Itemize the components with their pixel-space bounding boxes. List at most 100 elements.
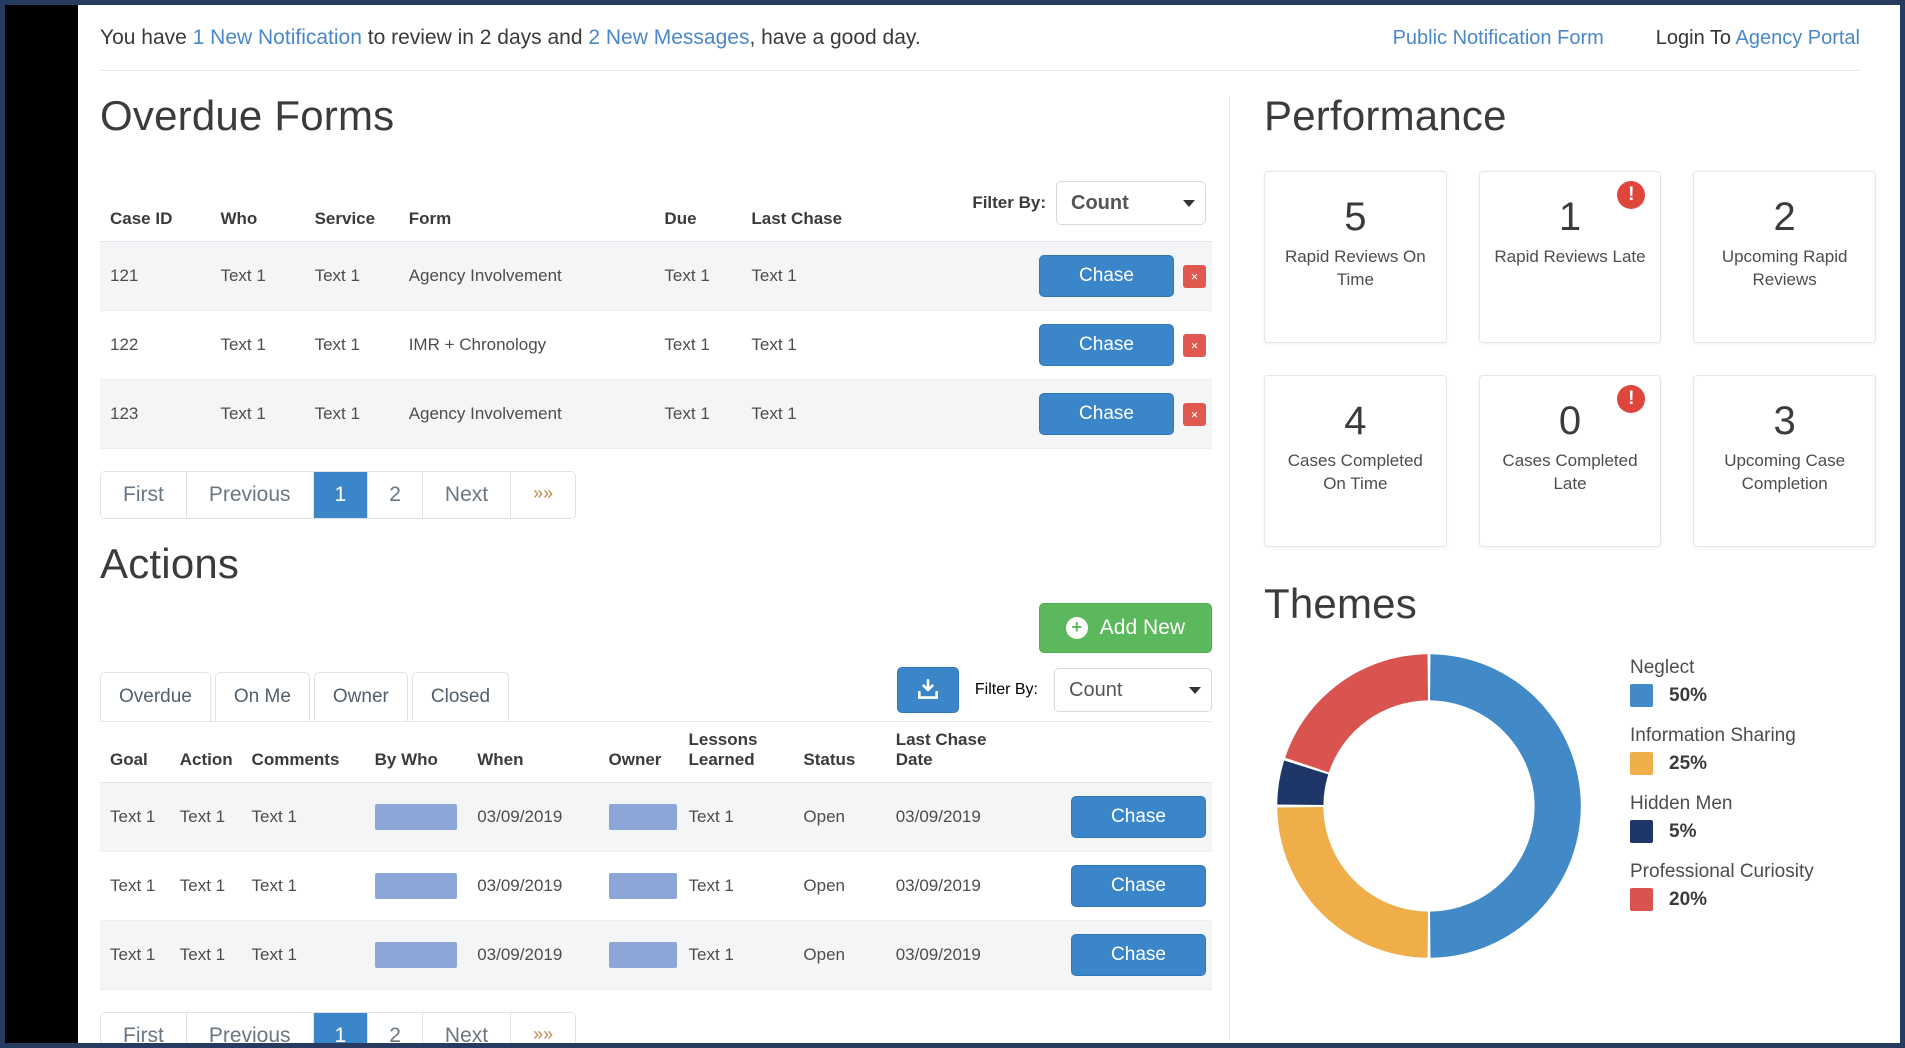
donut-slice[interactable] — [1277, 807, 1428, 958]
donut-slice[interactable] — [1430, 654, 1581, 958]
pagination-previous[interactable]: Previous — [187, 1013, 314, 1043]
chase-button[interactable]: Chase — [1039, 393, 1174, 435]
themes-row: Neglect 50% Information Sharing 25% — [1264, 635, 1876, 976]
pagination-next[interactable]: Next — [423, 472, 511, 518]
cell-due: Text 1 — [654, 380, 741, 449]
delete-row-button[interactable]: × — [1183, 403, 1206, 426]
legend-percent: 20% — [1669, 889, 1707, 911]
cell-form: Agency Involvement — [399, 242, 655, 311]
chase-button[interactable]: Chase — [1039, 324, 1174, 366]
cell-due: Text 1 — [654, 242, 741, 311]
cell-owner — [599, 852, 679, 921]
pagination-page-1[interactable]: 1 — [314, 1013, 369, 1043]
legend-item-professional-curiosity: Professional Curiosity 20% — [1630, 861, 1814, 911]
pagination-page-2[interactable]: 2 — [368, 472, 423, 518]
cell-last-chase: Text 1 — [741, 242, 905, 311]
legend-percent: 25% — [1669, 753, 1707, 775]
col-case-id: Case ID — [100, 173, 210, 242]
pagination-page-2[interactable]: 2 — [368, 1013, 423, 1043]
redacted-value — [609, 804, 677, 830]
add-new-label: Add New — [1100, 616, 1185, 640]
col-action: Action — [170, 722, 242, 783]
themes-donut-chart — [1264, 635, 1594, 976]
pagination-first[interactable]: First — [101, 1013, 187, 1043]
new-messages-link[interactable]: 2 New Messages — [588, 26, 749, 49]
actions-pagination: First Previous 1 2 Next »» — [100, 1012, 576, 1043]
cell-form: Agency Involvement — [399, 380, 655, 449]
perf-card-upcoming-case-completion[interactable]: 3 Upcoming Case Completion — [1693, 375, 1876, 547]
new-notification-link[interactable]: 1 New Notification — [193, 26, 362, 49]
chevron-down-icon — [1189, 687, 1201, 694]
overdue-header-row: Case ID Who Service Form Due Last Chase … — [100, 173, 1212, 242]
pagination-next[interactable]: Next — [423, 1013, 511, 1043]
cell-due: Text 1 — [654, 311, 741, 380]
delete-row-button[interactable]: × — [1183, 265, 1206, 288]
performance-cards-grid: 5 Rapid Reviews On Time ! 1 Rapid Review… — [1264, 171, 1876, 547]
table-row[interactable]: 121 Text 1 Text 1 Agency Involvement Tex… — [100, 242, 1212, 311]
col-by-who: By Who — [365, 722, 468, 783]
cell-when: 03/09/2019 — [467, 783, 598, 852]
legend-swatch — [1630, 888, 1653, 911]
overdue-filter-select[interactable]: Count — [1056, 181, 1206, 225]
tab-closed[interactable]: Closed — [412, 672, 509, 721]
table-row[interactable]: Text 1 Text 1 Text 1 03/09/2019 Text 1 O… — [100, 921, 1212, 990]
table-row[interactable]: Text 1 Text 1 Text 1 03/09/2019 Text 1 O… — [100, 852, 1212, 921]
cell-by-who — [365, 921, 468, 990]
chase-button[interactable]: Chase — [1071, 865, 1206, 907]
add-new-button[interactable]: + Add New — [1039, 603, 1212, 653]
pagination-previous[interactable]: Previous — [187, 472, 314, 518]
pagination-last[interactable]: »» — [511, 472, 575, 518]
cell-goal: Text 1 — [100, 852, 170, 921]
notification-prefix: You have — [100, 26, 193, 49]
plus-icon: + — [1066, 617, 1088, 639]
perf-card-rapid-reviews-on-time[interactable]: 5 Rapid Reviews On Time — [1264, 171, 1447, 343]
col-last-chase-date: Last Chase Date — [886, 722, 1017, 783]
perf-card-cases-completed-on-time[interactable]: 4 Cases Completed On Time — [1264, 375, 1447, 547]
table-row[interactable]: Text 1 Text 1 Text 1 03/09/2019 Text 1 O… — [100, 783, 1212, 852]
col-lessons-learned: Lessons Learned — [679, 722, 794, 783]
tab-on-me[interactable]: On Me — [215, 672, 310, 721]
chase-button[interactable]: Chase — [1071, 934, 1206, 976]
pagination-last[interactable]: »» — [511, 1013, 575, 1043]
legend-swatch — [1630, 752, 1653, 775]
perf-card-upcoming-rapid-reviews[interactable]: 2 Upcoming Rapid Reviews — [1693, 171, 1876, 343]
pagination-page-1[interactable]: 1 — [314, 472, 369, 518]
table-row[interactable]: 122 Text 1 Text 1 IMR + Chronology Text … — [100, 311, 1212, 380]
download-icon[interactable] — [897, 667, 959, 713]
redacted-value — [609, 942, 677, 968]
notification-message: You have 1 New Notification to review in… — [100, 26, 921, 50]
actions-filter-value: Count — [1069, 679, 1122, 702]
cell-owner — [599, 783, 679, 852]
cell-action: Text 1 — [170, 852, 242, 921]
legend-item-information-sharing: Information Sharing 25% — [1630, 725, 1814, 775]
chase-button[interactable]: Chase — [1071, 796, 1206, 838]
actions-filter-label: Filter By: — [975, 681, 1038, 699]
cell-when: 03/09/2019 — [467, 852, 598, 921]
legend-label: Professional Curiosity — [1630, 861, 1814, 883]
left-column: Overdue Forms Case ID Who Service Form — [78, 71, 1230, 1043]
tab-overdue[interactable]: Overdue — [100, 672, 211, 721]
pagination-first[interactable]: First — [101, 472, 187, 518]
legend-swatch — [1630, 684, 1653, 707]
perf-value: 4 — [1277, 398, 1434, 444]
perf-card-rapid-reviews-late[interactable]: ! 1 Rapid Reviews Late — [1479, 171, 1662, 343]
col-comments: Comments — [242, 722, 365, 783]
actions-filter-select[interactable]: Count — [1054, 668, 1212, 712]
top-notification-bar: You have 1 New Notification to review in… — [78, 5, 1900, 71]
cell-case-id: 123 — [100, 380, 210, 449]
donut-slice[interactable] — [1285, 654, 1428, 772]
delete-row-button[interactable]: × — [1183, 334, 1206, 357]
tab-owner[interactable]: Owner — [314, 672, 408, 721]
chase-button[interactable]: Chase — [1039, 255, 1174, 297]
cell-actions: Chase — [1017, 921, 1212, 990]
public-notification-form-link[interactable]: Public Notification Form — [1393, 27, 1604, 50]
themes-legend: Neglect 50% Information Sharing 25% — [1630, 635, 1814, 929]
login-to-agency-portal: Login To Agency Portal — [1656, 27, 1860, 50]
cell-last-chase: Text 1 — [741, 311, 905, 380]
table-row[interactable]: 123 Text 1 Text 1 Agency Involvement Tex… — [100, 380, 1212, 449]
col-last-chase: Last Chase — [741, 173, 905, 242]
perf-card-cases-completed-late[interactable]: ! 0 Cases Completed Late — [1479, 375, 1662, 547]
overdue-pagination: First Previous 1 2 Next »» — [100, 471, 576, 519]
legend-label: Hidden Men — [1630, 793, 1814, 815]
agency-portal-link[interactable]: Agency Portal — [1735, 27, 1860, 49]
